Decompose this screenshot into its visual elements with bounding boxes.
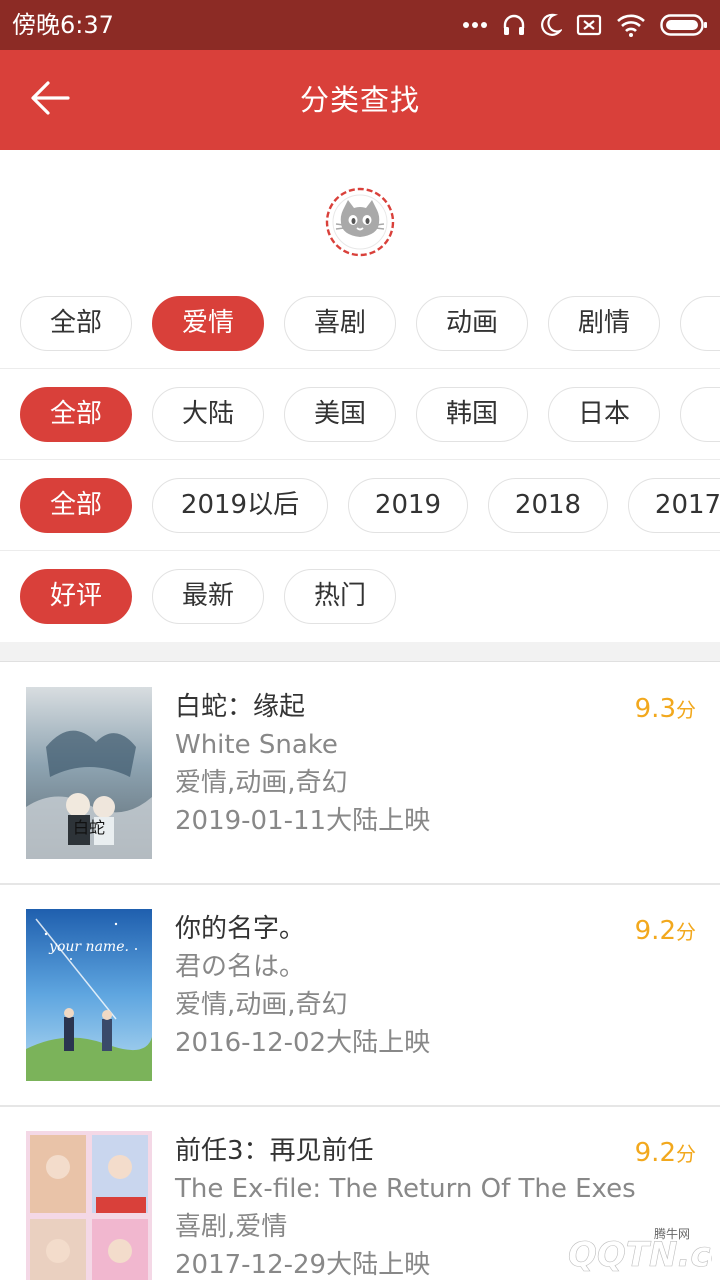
movie-rating: 9.3分	[635, 691, 696, 728]
movie-release: 2019-01-11大陆上映	[175, 806, 431, 836]
chip-year-2018[interactable]: 2018	[488, 478, 608, 533]
chip-region-all[interactable]: 全部	[20, 387, 132, 442]
movie-original-title: The Ex-file: The Return Of The Exes	[175, 1174, 636, 1204]
chip-genre-drama[interactable]: 剧情	[548, 296, 660, 351]
watermark-brand: QQTN.com	[568, 1235, 712, 1275]
chip-genre-all[interactable]: 全部	[20, 296, 132, 351]
rating-value: 9.2	[634, 1138, 676, 1168]
chip-sort-rating[interactable]: 好评	[20, 569, 132, 624]
movie-original-title: 君の名は。	[175, 952, 306, 982]
movie-release: 2016-12-02大陆上映	[175, 1028, 431, 1058]
movie-original-title: White Snake	[175, 730, 338, 760]
headphones-icon	[502, 13, 526, 37]
svg-text:your name.: your name.	[48, 939, 129, 955]
more-dots-icon	[462, 21, 488, 29]
section-divider	[0, 642, 720, 662]
chip-region-japan[interactable]: 日本	[548, 387, 660, 442]
chip-year-2017[interactable]: 2017	[628, 478, 720, 533]
status-bar: 傍晚6:37	[0, 0, 720, 50]
movie-list-item[interactable]: your name. 你的名字。 君の名は。 爱情,动画,奇幻 2016-12-…	[0, 885, 720, 1107]
chip-genre-comedy[interactable]: 喜剧	[284, 296, 396, 351]
chip-region-korea[interactable]: 韩国	[416, 387, 528, 442]
rating-value: 9.2	[634, 916, 676, 946]
chip-year-all[interactable]: 全部	[20, 478, 132, 533]
movie-title: 前任3：再见前任	[175, 1136, 374, 1166]
status-time: 傍晚6:37	[12, 11, 114, 39]
rating-value: 9.3	[634, 694, 676, 724]
cat-logo-icon	[324, 186, 396, 258]
app-bar: 分类查找	[0, 50, 720, 150]
movie-genres: 爱情,动画,奇幻	[175, 768, 348, 798]
battery-icon	[660, 13, 708, 37]
genre-filter-row: 全部 爱情 喜剧 动画 剧情 恐	[0, 278, 720, 369]
region-filter-row: 全部 大陆 美国 韩国 日本 中	[0, 369, 720, 460]
movie-release: 2017-12-29大陆上映	[175, 1250, 431, 1280]
movie-list-item[interactable]: 白蛇 白蛇：缘起 White Snake 爱情,动画,奇幻 2019-01-11…	[0, 663, 720, 885]
no-sim-icon	[576, 14, 602, 36]
chip-year-2019[interactable]: 2019	[348, 478, 468, 533]
movie-poster: your name.	[26, 909, 152, 1081]
sort-filter-row: 好评 最新 热门	[0, 551, 720, 642]
svg-text:白蛇: 白蛇	[73, 818, 105, 837]
movie-rating: 9.2分	[635, 1135, 696, 1172]
rating-unit: 分	[676, 1142, 696, 1166]
year-filter-row: 全部 2019以后 2019 2018 2017	[0, 460, 720, 551]
rating-unit: 分	[676, 920, 696, 944]
page-title: 分类查找	[299, 83, 420, 117]
movie-title: 白蛇：缘起	[175, 692, 306, 722]
movie-genres: 爱情,动画,奇幻	[175, 990, 348, 1020]
status-icons	[462, 10, 708, 40]
wifi-icon	[616, 13, 646, 37]
chip-year-after-2019[interactable]: 2019以后	[152, 478, 328, 533]
movie-poster	[26, 1131, 152, 1280]
chip-genre-animation[interactable]: 动画	[416, 296, 528, 351]
movie-title: 你的名字。	[175, 914, 306, 944]
chip-region-usa[interactable]: 美国	[284, 387, 396, 442]
watermark-brand-small: 腾牛网	[654, 1226, 690, 1241]
watermark-logo: QQTN.com 腾牛网	[502, 1222, 720, 1280]
chip-region-china[interactable]: 中	[680, 387, 720, 442]
chip-region-mainland[interactable]: 大陆	[152, 387, 264, 442]
rating-unit: 分	[676, 698, 696, 722]
chip-sort-popular[interactable]: 热门	[284, 569, 396, 624]
movie-rating: 9.2分	[635, 913, 696, 950]
movie-poster: 白蛇	[26, 687, 152, 859]
chip-sort-latest[interactable]: 最新	[152, 569, 264, 624]
chip-genre-horror[interactable]: 恐	[680, 296, 720, 351]
moon-icon	[540, 13, 562, 37]
movie-genres: 喜剧,爱情	[175, 1212, 288, 1242]
chip-genre-romance[interactable]: 爱情	[152, 296, 264, 351]
